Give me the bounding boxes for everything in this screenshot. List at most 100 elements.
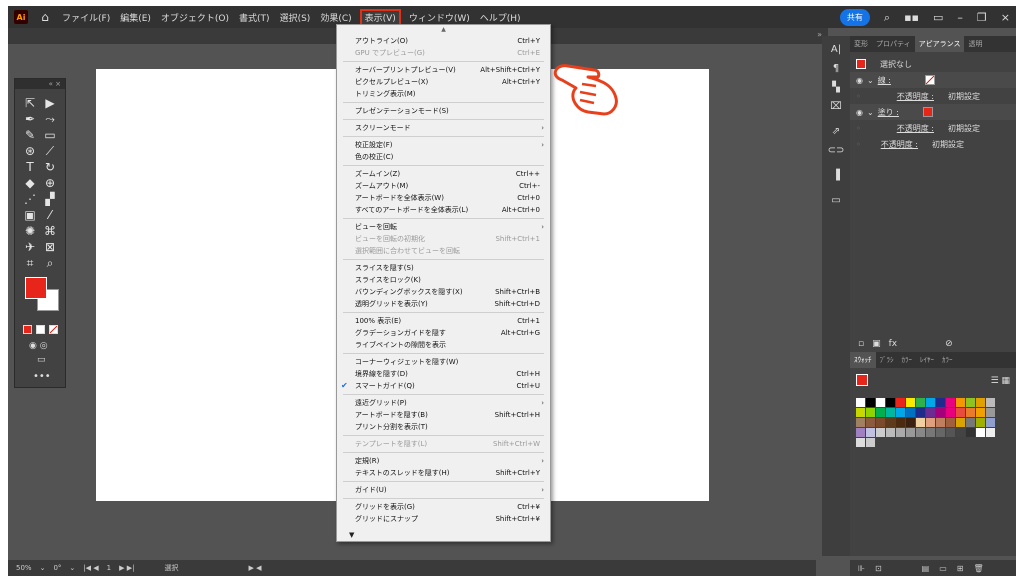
color-swatch[interactable] xyxy=(916,408,925,417)
color-swatch[interactable] xyxy=(856,398,865,407)
view-menu-item[interactable]: ズームアウト(M) Ctrl+- xyxy=(337,180,550,192)
menu-0[interactable]: ファイル(F) xyxy=(62,11,110,24)
visibility-eye-icon[interactable]: ◉ xyxy=(856,76,863,85)
share-button[interactable]: 共有 xyxy=(839,9,870,26)
view-menu-item[interactable]: プレゼンテーションモード(S) xyxy=(337,105,550,117)
view-menu-item[interactable]: 境界線を隠す(D) Ctrl+H xyxy=(337,368,550,380)
view-menu-item[interactable]: ビューを回転 › xyxy=(337,221,550,233)
color-swatch[interactable] xyxy=(896,408,905,417)
color-swatch[interactable] xyxy=(926,408,935,417)
view-menu-item[interactable]: ズームイン(Z) Ctrl++ xyxy=(337,168,550,180)
color-swatch[interactable] xyxy=(876,428,885,437)
view-menu-item[interactable]: コーナーウィジェットを隠す(W) xyxy=(337,356,550,368)
square-icon[interactable]: ▫ xyxy=(858,339,864,349)
view-menu-item[interactable]: テンプレートを隠す(L) Shift+Ctrl+W xyxy=(337,438,550,450)
view-menu-item[interactable]: ビューを回転の初期化 Shift+Ctrl+1 xyxy=(337,233,550,245)
color-swatch[interactable] xyxy=(896,428,905,437)
color-swatch[interactable] xyxy=(946,408,955,417)
view-menu-item[interactable]: グラデーションガイドを隠す Alt+Ctrl+G xyxy=(337,327,550,339)
color-swatch[interactable] xyxy=(916,418,925,427)
fill-opacity-row[interactable]: ◦ 不透明度 : 初期設定 xyxy=(850,120,1016,136)
pin-tool-icon[interactable]: ✈ xyxy=(21,241,39,254)
view-menu-item[interactable]: アウトライン(O) Ctrl+Y xyxy=(337,35,550,47)
color-swatch[interactable] xyxy=(926,418,935,427)
color-swatch[interactable] xyxy=(936,398,945,407)
curvature-tool-icon[interactable]: ⤳ xyxy=(41,113,59,126)
panel-icon[interactable]: ▭ xyxy=(933,11,943,24)
selection-tool-icon[interactable]: ⇱ xyxy=(21,97,39,110)
color-swatch[interactable] xyxy=(986,418,995,427)
view-menu-item[interactable]: スライスを隠す(S) xyxy=(337,262,550,274)
stroke-row[interactable]: ◉ ⌄ 線 : xyxy=(850,72,1016,88)
graph-tool-icon[interactable]: ⊠ xyxy=(41,241,59,254)
panel-tab[interactable]: アピアランス xyxy=(914,36,965,52)
paragraph-panel-icon[interactable]: ¶ xyxy=(822,63,850,74)
color-swatch[interactable] xyxy=(966,428,975,437)
swatch-view-icons[interactable]: ☰ ▦ xyxy=(991,376,1010,386)
view-menu-item[interactable]: グリッドを表示(G) Ctrl+¥ xyxy=(337,501,550,513)
opacity-label[interactable]: 不透明度 : xyxy=(897,91,934,102)
tools-panel-header[interactable]: « × xyxy=(15,79,65,89)
color-swatch[interactable] xyxy=(866,418,875,427)
rotation-angle[interactable]: 0° xyxy=(53,564,61,572)
color-swatch[interactable] xyxy=(876,398,885,407)
glyphs-panel-icon[interactable]: ⌧ xyxy=(822,101,850,112)
color-swatch[interactable] xyxy=(926,428,935,437)
color-swatch[interactable] xyxy=(986,398,995,407)
color-swatch[interactable] xyxy=(976,418,985,427)
color-swatch[interactable] xyxy=(856,418,865,427)
status-arrow-icon[interactable]: ▶ ◀ xyxy=(248,564,261,572)
color-swatch[interactable] xyxy=(926,398,935,407)
menu-4[interactable]: 選択(S) xyxy=(280,11,311,24)
menu-8[interactable]: ヘルプ(H) xyxy=(480,11,521,24)
swatch-options-icon[interactable]: ⊡ xyxy=(875,564,882,573)
artboard-number[interactable]: 1 xyxy=(107,564,111,572)
clear-icon[interactable]: ⊘ xyxy=(945,339,953,349)
artboard-nav-icon[interactable]: |◀ ◀ xyxy=(83,564,98,572)
color-swatch[interactable] xyxy=(866,398,875,407)
scroll-up-icon[interactable]: ▲ xyxy=(337,25,550,35)
panel-tab[interactable]: 変形 xyxy=(850,39,872,49)
opacity-label[interactable]: 不透明度 : xyxy=(881,139,918,150)
color-swatch[interactable] xyxy=(876,408,885,417)
color-swatch[interactable] xyxy=(856,408,865,417)
draw-mode-icon[interactable]: ◉ ◎ xyxy=(29,341,48,351)
color-swatch[interactable] xyxy=(936,408,945,417)
color-swatch[interactable] xyxy=(946,418,955,427)
color-swatch[interactable] xyxy=(906,398,915,407)
color-swatch[interactable] xyxy=(866,438,875,447)
color-swatch[interactable] xyxy=(886,428,895,437)
view-menu-item[interactable]: オーバープリントプレビュー(V) Alt+Shift+Ctrl+Y xyxy=(337,64,550,76)
visibility-eye-icon[interactable]: ◦ xyxy=(856,140,861,149)
artboard-nav-icon[interactable]: ▶ ▶| xyxy=(119,564,134,572)
view-menu-item[interactable]: 選択範囲に合わせてビューを回転 xyxy=(337,245,550,257)
menu-5[interactable]: 効果(C) xyxy=(320,11,351,24)
menu-2[interactable]: オブジェクト(O) xyxy=(161,11,229,24)
shape-builder-tool-icon[interactable]: ⊕ xyxy=(41,177,59,190)
shaper-tool-icon[interactable]: ⊛ xyxy=(21,145,39,158)
align-panel-icon[interactable]: ▐ xyxy=(822,170,850,181)
close-icon[interactable]: × xyxy=(1001,11,1010,24)
color-swatch[interactable] xyxy=(966,398,975,407)
swatch-tab[interactable]: ｶﾗｰ xyxy=(938,355,957,365)
screen-mode-icon[interactable]: ▭ xyxy=(37,355,46,365)
swatch-fill-icon[interactable] xyxy=(856,374,868,386)
home-icon[interactable]: ⌂ xyxy=(38,10,52,24)
chevron-down-icon[interactable]: ⌄ xyxy=(69,564,75,572)
view-menu-item[interactable]: 遠近グリッド(P) › xyxy=(337,397,550,409)
view-menu-item[interactable]: 校正設定(F) › xyxy=(337,139,550,151)
swatch-group-icon[interactable]: ▤ xyxy=(922,564,930,573)
character-panel-icon[interactable]: A| xyxy=(822,44,850,55)
minimize-icon[interactable]: – xyxy=(957,11,963,24)
color-swatch[interactable] xyxy=(986,428,995,437)
visibility-eye-icon[interactable]: ◉ xyxy=(856,108,863,117)
swatch-tab[interactable]: ﾚｲﾔｰ xyxy=(916,355,938,365)
type-tool-icon[interactable]: T xyxy=(21,161,39,174)
gradient-mode-icon[interactable] xyxy=(36,325,45,334)
transform-panel-icon[interactable]: ▭ xyxy=(822,195,850,206)
export-panel-icon[interactable]: ⇗ xyxy=(822,126,850,137)
panel-tab[interactable]: 透明 xyxy=(964,39,986,49)
new-group-icon[interactable]: ▭ xyxy=(939,564,947,573)
duplicate-icon[interactable]: ▣ xyxy=(872,339,881,349)
menu-1[interactable]: 編集(E) xyxy=(120,11,151,24)
